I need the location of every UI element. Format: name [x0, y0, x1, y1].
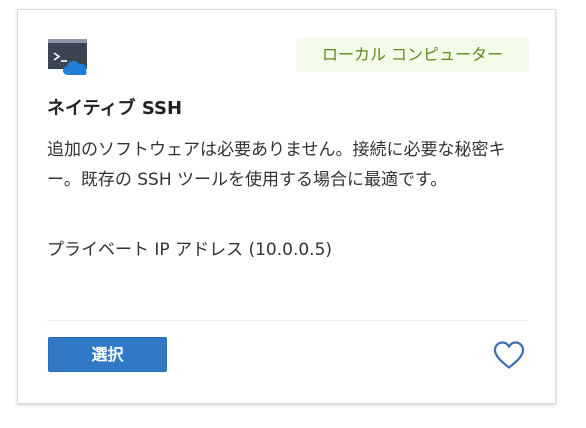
private-ip-text: プライベート IP アドレス (10.0.0.5): [47, 240, 333, 260]
connection-card: ローカル コンピューター ネイティブ SSH 追加のソフトウェアは必要ありません…: [17, 9, 556, 404]
location-badge: ローカル コンピューター: [296, 38, 529, 72]
terminal-cloud-icon: [48, 39, 88, 76]
select-button[interactable]: 選択: [48, 337, 167, 372]
heart-outline-icon[interactable]: [492, 340, 526, 370]
card-description: 追加のソフトウェアは必要ありません。接続に必要な秘密キー。既存の SSH ツール…: [47, 140, 506, 190]
card-title: ネイティブ SSH: [47, 98, 183, 119]
divider: [47, 320, 528, 321]
